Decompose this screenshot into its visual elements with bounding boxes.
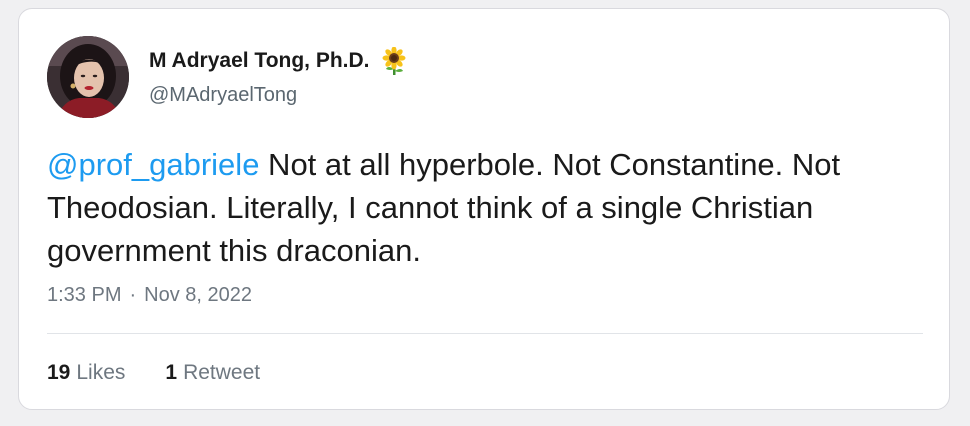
- likes-count: 19: [47, 361, 71, 384]
- divider: [47, 333, 923, 334]
- likes-label: Likes: [76, 361, 126, 384]
- author-handle[interactable]: @MAdryaelTong: [149, 84, 297, 107]
- retweets-label: Retweet: [183, 361, 261, 384]
- tweet-time: 1:33 PM: [47, 284, 122, 306]
- avatar[interactable]: [47, 36, 129, 118]
- author-name-row: M Adryael Tong, Ph.D.: [149, 46, 408, 75]
- tweet-card[interactable]: M Adryael Tong, Ph.D. @MAdryaelTong @pro…: [18, 8, 950, 410]
- author-display-name[interactable]: M Adryael Tong, Ph.D.: [149, 49, 370, 73]
- tweet-text: @prof_gabriele Not at all hyperbole. Not…: [47, 143, 933, 272]
- tweet-timestamp[interactable]: 1:33 PM · Nov 8, 2022: [47, 284, 252, 307]
- retweets-count: 1: [165, 361, 178, 384]
- mention-link[interactable]: @prof_gabriele: [47, 147, 259, 182]
- sunflower-icon: [380, 46, 408, 75]
- retweets-stat[interactable]: 1 Retweet: [165, 361, 260, 385]
- tweet-date: Nov 8, 2022: [144, 284, 253, 306]
- timestamp-separator: ·: [129, 284, 137, 306]
- likes-stat[interactable]: 19 Likes: [47, 361, 125, 385]
- tweet-stats: 19 Likes 1 Retweet: [47, 361, 260, 385]
